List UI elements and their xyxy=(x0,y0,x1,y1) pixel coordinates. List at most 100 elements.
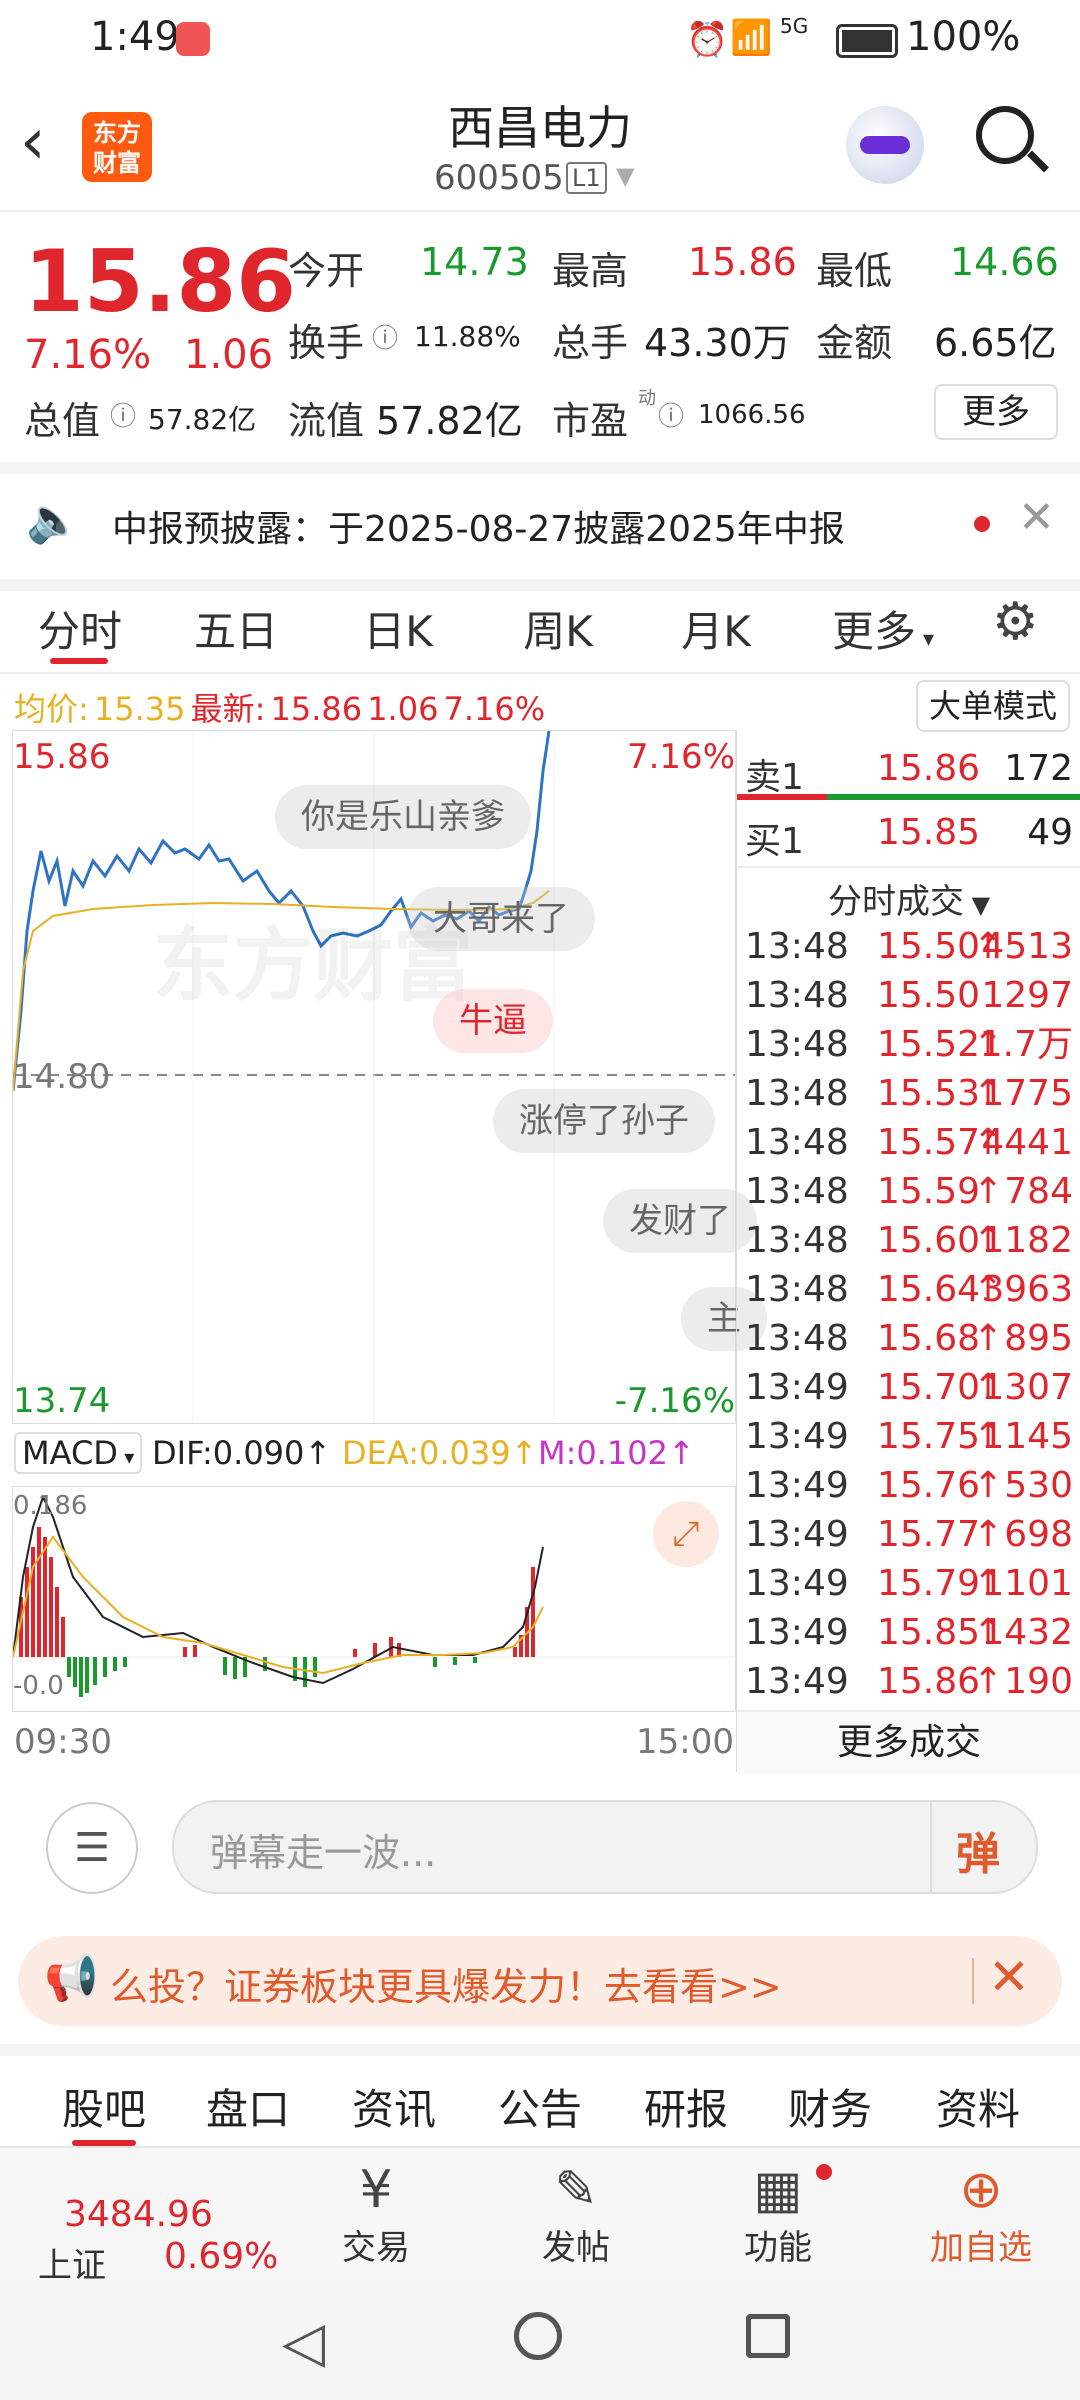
macd-chart-svg xyxy=(13,1494,735,1697)
trade-volume: 1.7万 xyxy=(979,1024,1073,1065)
trade-time: 13:49 xyxy=(745,1367,849,1408)
divider xyxy=(930,1802,932,1892)
level-badge[interactable]: L1 xyxy=(566,162,607,194)
high-value: 15.86 xyxy=(688,240,797,284)
tab-news[interactable]: 资讯 xyxy=(334,2076,454,2137)
tab-pankou[interactable]: 盘口 xyxy=(188,2076,308,2137)
close-icon[interactable]: ✕ xyxy=(1018,492,1055,543)
trades-title[interactable]: 分时成交 ▼ xyxy=(737,874,1080,923)
trade-volume: 784 xyxy=(1004,1171,1073,1212)
danmu-settings-icon[interactable]: ☰ xyxy=(46,1802,138,1894)
more-trades-button[interactable]: 更多成交 xyxy=(737,1710,1080,1774)
big-order-mode-button[interactable]: 大单模式 xyxy=(916,680,1070,732)
danmu-input[interactable]: 弹幕走一波... 弹 xyxy=(172,1800,1038,1894)
trade-price: 15.50 xyxy=(877,926,981,967)
battery-icon xyxy=(836,24,898,58)
macd-selector-label: MACD xyxy=(22,1434,118,1472)
pe-dynamic-mark: 动 xyxy=(638,388,656,409)
danmu-send-button[interactable]: 弹 xyxy=(956,1818,1000,1882)
home-circle-icon[interactable] xyxy=(514,2312,562,2360)
tab-daily-k[interactable]: 日K xyxy=(348,598,448,659)
tab-finance[interactable]: 财务 xyxy=(770,2076,890,2137)
tab-five-day[interactable]: 五日 xyxy=(186,598,286,659)
tab-profile[interactable]: 资料 xyxy=(918,2076,1038,2137)
tab-research[interactable]: 研报 xyxy=(626,2076,746,2137)
macd-chart[interactable]: 0.186 -0.0 ⤢ xyxy=(12,1486,736,1712)
tab-minute[interactable]: 分时 xyxy=(30,598,130,659)
close-icon[interactable]: ✕ xyxy=(988,1948,1030,2006)
nav-functions[interactable]: ▦ 功能 xyxy=(718,2160,838,2269)
trade-price: 15.64 xyxy=(877,1269,981,1310)
trade-volume: 530 xyxy=(1004,1465,1073,1506)
trade-row: 13:49 15.70 ↑ 1307 xyxy=(737,1363,1080,1412)
tab-weekly-k[interactable]: 周K xyxy=(508,598,608,659)
macd-red-bars xyxy=(19,1527,535,1657)
divider xyxy=(737,866,1080,868)
volume-label: 总手 xyxy=(552,321,629,365)
more-quote-button[interactable]: 更多 xyxy=(934,384,1058,440)
trade-row: 13:48 15.52 ↑ 1.7万 xyxy=(737,1020,1080,1069)
megaphone-icon: 📢 xyxy=(44,1953,99,2004)
trade-time: 13:48 xyxy=(745,1024,849,1065)
trade-price: 15.59 xyxy=(877,1171,981,1212)
notice-bar[interactable]: 🔈 中报预披露：于2025-08-27披露2025年中报 ✕ xyxy=(0,462,1080,591)
info-icon[interactable]: ⓘ xyxy=(110,396,136,433)
recents-square-icon[interactable] xyxy=(746,2314,790,2358)
macd-dif-line xyxy=(13,1494,544,1685)
trade-row: 13:49 15.86 ↑ 190 xyxy=(737,1657,1080,1706)
chevron-down-icon[interactable]: ▼ xyxy=(616,162,634,190)
search-icon[interactable] xyxy=(976,106,1034,164)
nav-trade[interactable]: ¥ 交易 xyxy=(316,2160,436,2269)
chart-bottom-percent: -7.16% xyxy=(614,1381,735,1421)
tab-guba[interactable]: 股吧 xyxy=(44,2076,164,2137)
nav-add-watchlist[interactable]: ⊕ 加自选 xyxy=(906,2160,1056,2269)
info-icon[interactable]: ⓘ xyxy=(658,396,684,433)
macd-selector[interactable]: MACD ▾ xyxy=(14,1432,143,1474)
trade-direction-arrow: ↑ xyxy=(973,1661,1004,1702)
trade-price: 15.79 xyxy=(877,1563,981,1604)
trade-row: 13:48 15.50 1297 xyxy=(737,971,1080,1020)
trade-row: 13:49 15.75 ↑ 1145 xyxy=(737,1412,1080,1461)
index-ticker[interactable]: 3484.96 上证 0.69% xyxy=(0,2148,278,2286)
status-time: 1:49 xyxy=(90,14,180,60)
trade-time: 13:49 xyxy=(745,1465,849,1506)
expand-icon[interactable]: ⤢ xyxy=(653,1501,719,1567)
system-nav-bar: ◁ xyxy=(0,2280,1080,2400)
sell1-volume: 172 xyxy=(1004,748,1073,789)
settings-gear-icon[interactable]: ⚙ xyxy=(992,592,1039,652)
latest-value: 15.86 xyxy=(270,690,363,728)
tab-more[interactable]: 更多 ▾ xyxy=(832,598,934,659)
back-triangle-icon[interactable]: ◁ xyxy=(282,2310,325,2375)
trade-price: 15.70 xyxy=(877,1367,981,1408)
divider xyxy=(972,1958,974,2004)
tab-announcements[interactable]: 公告 xyxy=(480,2076,600,2137)
macd-dif-value: DIF:0.090 xyxy=(152,1434,305,1472)
speaker-icon: 🔈 xyxy=(26,495,81,546)
high-label: 最高 xyxy=(552,249,629,293)
pe-label: 市盈 xyxy=(552,399,629,443)
back-icon[interactable]: ‹ xyxy=(20,110,46,174)
trade-row: 13:48 15.57 ↑ 4441 xyxy=(737,1118,1080,1167)
trade-time: 13:48 xyxy=(745,1073,849,1114)
trade-price: 15.86 xyxy=(877,1661,981,1702)
macd-dea-value: DEA:0.039 xyxy=(342,1434,511,1472)
tab-monthly-k[interactable]: 月K xyxy=(666,598,766,659)
info-icon[interactable]: ⓘ xyxy=(372,318,398,355)
intraday-chart[interactable]: 东方财富 15.86 7.16% 14.80 13.74 -7.16% 你是乐山… xyxy=(12,730,767,1424)
turnover-label: 换手 xyxy=(288,321,365,365)
trade-time: 13:49 xyxy=(745,1612,849,1653)
assistant-avatar[interactable] xyxy=(846,106,924,184)
trade-volume: 1297 xyxy=(981,975,1073,1016)
trade-row: 13:48 15.53 ↑ 1775 xyxy=(737,1069,1080,1118)
network-type: 5G xyxy=(780,14,809,38)
nav-post[interactable]: ✎ 发帖 xyxy=(516,2160,636,2269)
promo-banner[interactable]: 📢 么投？证券板块更具爆发力！去看看>> ✕ xyxy=(18,1936,1062,2026)
index-value: 3484.96 xyxy=(64,2194,213,2235)
trade-time: 13:49 xyxy=(745,1416,849,1457)
chart-top-percent: 7.16% xyxy=(626,737,735,777)
trade-direction-arrow: ↑ xyxy=(973,1514,1004,1555)
sell-bar xyxy=(737,794,827,800)
trade-volume: 698 xyxy=(1004,1514,1073,1555)
change-percent: 7.16% xyxy=(24,332,152,378)
macd-m-value: M:0.102 xyxy=(538,1434,668,1472)
